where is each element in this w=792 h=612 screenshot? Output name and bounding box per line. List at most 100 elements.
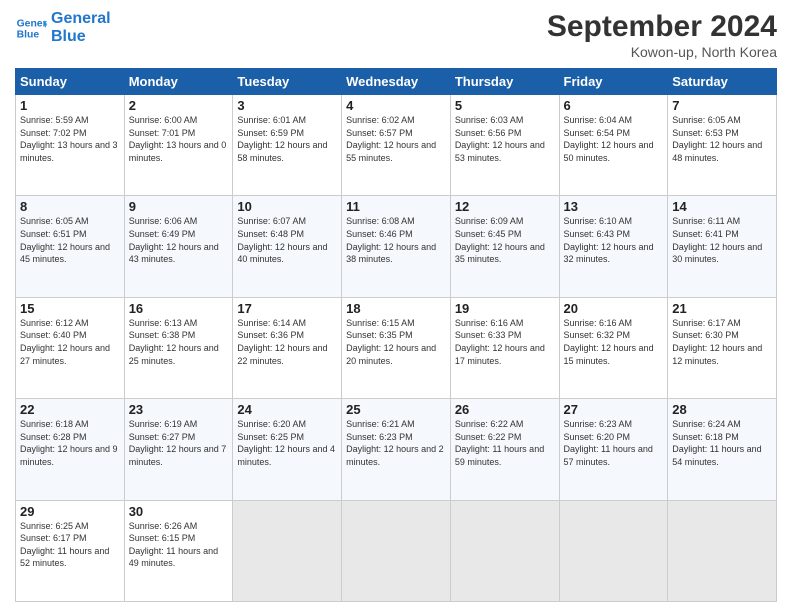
day-number: 7: [672, 98, 772, 113]
calendar-cell: 18Sunrise: 6:15 AMSunset: 6:35 PMDayligh…: [342, 297, 451, 398]
header: General Blue General Blue September 2024…: [15, 10, 777, 60]
day-info: Sunrise: 6:02 AMSunset: 6:57 PMDaylight:…: [346, 114, 446, 164]
calendar-cell: 26Sunrise: 6:22 AMSunset: 6:22 PMDayligh…: [450, 399, 559, 500]
day-number: 13: [564, 199, 664, 214]
calendar-cell: 10Sunrise: 6:07 AMSunset: 6:48 PMDayligh…: [233, 196, 342, 297]
day-info: Sunrise: 6:07 AMSunset: 6:48 PMDaylight:…: [237, 215, 337, 265]
calendar-cell: 22Sunrise: 6:18 AMSunset: 6:28 PMDayligh…: [16, 399, 125, 500]
svg-text:General: General: [17, 18, 47, 29]
day-info: Sunrise: 6:11 AMSunset: 6:41 PMDaylight:…: [672, 215, 772, 265]
day-number: 20: [564, 301, 664, 316]
page: General Blue General Blue September 2024…: [0, 0, 792, 612]
day-info: Sunrise: 6:17 AMSunset: 6:30 PMDaylight:…: [672, 317, 772, 367]
day-info: Sunrise: 6:01 AMSunset: 6:59 PMDaylight:…: [237, 114, 337, 164]
day-number: 25: [346, 402, 446, 417]
calendar-cell: [559, 500, 668, 601]
calendar-week-row: 29Sunrise: 6:25 AMSunset: 6:17 PMDayligh…: [16, 500, 777, 601]
calendar-cell: 8Sunrise: 6:05 AMSunset: 6:51 PMDaylight…: [16, 196, 125, 297]
col-header-wednesday: Wednesday: [342, 69, 451, 95]
day-info: Sunrise: 6:15 AMSunset: 6:35 PMDaylight:…: [346, 317, 446, 367]
day-number: 30: [129, 504, 229, 519]
day-info: Sunrise: 6:26 AMSunset: 6:15 PMDaylight:…: [129, 520, 229, 570]
logo-icon: General Blue: [15, 12, 47, 44]
calendar-cell: 24Sunrise: 6:20 AMSunset: 6:25 PMDayligh…: [233, 399, 342, 500]
calendar-cell: 13Sunrise: 6:10 AMSunset: 6:43 PMDayligh…: [559, 196, 668, 297]
calendar-cell: 3Sunrise: 6:01 AMSunset: 6:59 PMDaylight…: [233, 95, 342, 196]
day-number: 6: [564, 98, 664, 113]
calendar-cell: [342, 500, 451, 601]
day-info: Sunrise: 6:22 AMSunset: 6:22 PMDaylight:…: [455, 418, 555, 468]
logo-line1: General: [51, 10, 111, 28]
day-number: 1: [20, 98, 120, 113]
day-number: 15: [20, 301, 120, 316]
day-info: Sunrise: 6:19 AMSunset: 6:27 PMDaylight:…: [129, 418, 229, 468]
col-header-monday: Monday: [124, 69, 233, 95]
calendar-cell: 20Sunrise: 6:16 AMSunset: 6:32 PMDayligh…: [559, 297, 668, 398]
day-number: 9: [129, 199, 229, 214]
calendar-cell: 5Sunrise: 6:03 AMSunset: 6:56 PMDaylight…: [450, 95, 559, 196]
calendar-week-row: 8Sunrise: 6:05 AMSunset: 6:51 PMDaylight…: [16, 196, 777, 297]
calendar-cell: 28Sunrise: 6:24 AMSunset: 6:18 PMDayligh…: [668, 399, 777, 500]
day-info: Sunrise: 6:05 AMSunset: 6:51 PMDaylight:…: [20, 215, 120, 265]
day-number: 29: [20, 504, 120, 519]
calendar-table: SundayMondayTuesdayWednesdayThursdayFrid…: [15, 68, 777, 602]
calendar-cell: 11Sunrise: 6:08 AMSunset: 6:46 PMDayligh…: [342, 196, 451, 297]
calendar-cell: 14Sunrise: 6:11 AMSunset: 6:41 PMDayligh…: [668, 196, 777, 297]
title-block: September 2024 Kowon-up, North Korea: [547, 10, 777, 60]
day-number: 18: [346, 301, 446, 316]
calendar-cell: 6Sunrise: 6:04 AMSunset: 6:54 PMDaylight…: [559, 95, 668, 196]
calendar-cell: 29Sunrise: 6:25 AMSunset: 6:17 PMDayligh…: [16, 500, 125, 601]
calendar-cell: 12Sunrise: 6:09 AMSunset: 6:45 PMDayligh…: [450, 196, 559, 297]
col-header-sunday: Sunday: [16, 69, 125, 95]
day-number: 17: [237, 301, 337, 316]
calendar-cell: 16Sunrise: 6:13 AMSunset: 6:38 PMDayligh…: [124, 297, 233, 398]
day-number: 28: [672, 402, 772, 417]
col-header-tuesday: Tuesday: [233, 69, 342, 95]
calendar-cell: 23Sunrise: 6:19 AMSunset: 6:27 PMDayligh…: [124, 399, 233, 500]
day-info: Sunrise: 6:18 AMSunset: 6:28 PMDaylight:…: [20, 418, 120, 468]
day-number: 8: [20, 199, 120, 214]
calendar-cell: 1Sunrise: 5:59 AMSunset: 7:02 PMDaylight…: [16, 95, 125, 196]
day-number: 24: [237, 402, 337, 417]
day-number: 2: [129, 98, 229, 113]
day-info: Sunrise: 6:25 AMSunset: 6:17 PMDaylight:…: [20, 520, 120, 570]
day-number: 12: [455, 199, 555, 214]
calendar-cell: 21Sunrise: 6:17 AMSunset: 6:30 PMDayligh…: [668, 297, 777, 398]
day-number: 27: [564, 402, 664, 417]
day-info: Sunrise: 5:59 AMSunset: 7:02 PMDaylight:…: [20, 114, 120, 164]
day-number: 3: [237, 98, 337, 113]
calendar-cell: 27Sunrise: 6:23 AMSunset: 6:20 PMDayligh…: [559, 399, 668, 500]
day-info: Sunrise: 6:16 AMSunset: 6:32 PMDaylight:…: [564, 317, 664, 367]
day-info: Sunrise: 6:08 AMSunset: 6:46 PMDaylight:…: [346, 215, 446, 265]
calendar-cell: [233, 500, 342, 601]
calendar-header-row: SundayMondayTuesdayWednesdayThursdayFrid…: [16, 69, 777, 95]
day-number: 11: [346, 199, 446, 214]
logo: General Blue General Blue: [15, 10, 111, 45]
day-info: Sunrise: 6:13 AMSunset: 6:38 PMDaylight:…: [129, 317, 229, 367]
day-info: Sunrise: 6:14 AMSunset: 6:36 PMDaylight:…: [237, 317, 337, 367]
month-title: September 2024: [547, 10, 777, 44]
day-number: 23: [129, 402, 229, 417]
calendar-cell: 30Sunrise: 6:26 AMSunset: 6:15 PMDayligh…: [124, 500, 233, 601]
col-header-saturday: Saturday: [668, 69, 777, 95]
location: Kowon-up, North Korea: [547, 44, 777, 60]
day-number: 10: [237, 199, 337, 214]
calendar-cell: 17Sunrise: 6:14 AMSunset: 6:36 PMDayligh…: [233, 297, 342, 398]
day-info: Sunrise: 6:03 AMSunset: 6:56 PMDaylight:…: [455, 114, 555, 164]
day-info: Sunrise: 6:16 AMSunset: 6:33 PMDaylight:…: [455, 317, 555, 367]
day-info: Sunrise: 6:09 AMSunset: 6:45 PMDaylight:…: [455, 215, 555, 265]
day-info: Sunrise: 6:24 AMSunset: 6:18 PMDaylight:…: [672, 418, 772, 468]
day-number: 14: [672, 199, 772, 214]
calendar-cell: 9Sunrise: 6:06 AMSunset: 6:49 PMDaylight…: [124, 196, 233, 297]
col-header-friday: Friday: [559, 69, 668, 95]
day-number: 4: [346, 98, 446, 113]
day-info: Sunrise: 6:05 AMSunset: 6:53 PMDaylight:…: [672, 114, 772, 164]
calendar-week-row: 22Sunrise: 6:18 AMSunset: 6:28 PMDayligh…: [16, 399, 777, 500]
day-info: Sunrise: 6:04 AMSunset: 6:54 PMDaylight:…: [564, 114, 664, 164]
calendar-cell: 4Sunrise: 6:02 AMSunset: 6:57 PMDaylight…: [342, 95, 451, 196]
calendar-week-row: 1Sunrise: 5:59 AMSunset: 7:02 PMDaylight…: [16, 95, 777, 196]
calendar-week-row: 15Sunrise: 6:12 AMSunset: 6:40 PMDayligh…: [16, 297, 777, 398]
calendar-cell: 25Sunrise: 6:21 AMSunset: 6:23 PMDayligh…: [342, 399, 451, 500]
calendar-cell: 7Sunrise: 6:05 AMSunset: 6:53 PMDaylight…: [668, 95, 777, 196]
calendar-cell: 15Sunrise: 6:12 AMSunset: 6:40 PMDayligh…: [16, 297, 125, 398]
